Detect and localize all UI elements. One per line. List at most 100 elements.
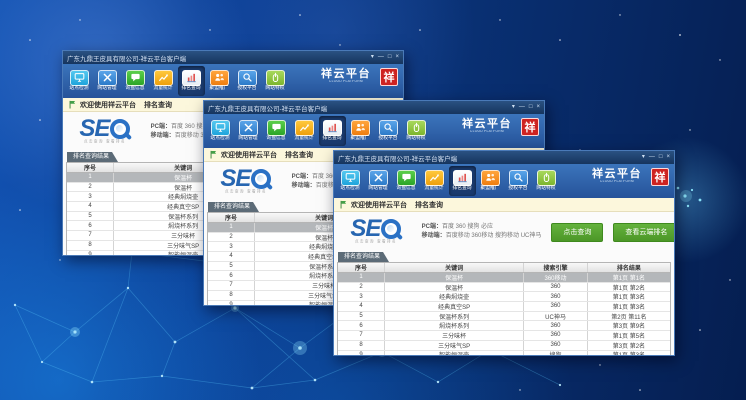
seo-tagline: 点击查询 查看排名 bbox=[84, 140, 126, 144]
minimize-button[interactable]: — bbox=[519, 101, 525, 114]
results-tab[interactable]: 排名查询结果 bbox=[208, 202, 259, 212]
table-row[interactable]: 4 经典真空SP 360 第1页 第3名 bbox=[338, 302, 670, 312]
close-button[interactable]: × bbox=[395, 51, 399, 64]
main-toolbar: 站点检测 网站管理 询盘信息 流量统计 排名查询 聚盟推广 bbox=[204, 114, 544, 148]
seo-logo: SE 点击查询 查看排名 bbox=[71, 118, 139, 147]
toolbar-item-alliance-promo[interactable]: 聚盟推广 bbox=[347, 116, 374, 146]
toolbar-item-site-manage[interactable]: 网站管理 bbox=[94, 66, 121, 96]
toolbar-item-label: 排名查询 bbox=[323, 136, 342, 142]
toolbar-item-inquiry-info[interactable]: 询盘信息 bbox=[263, 116, 290, 146]
rank-query-icon bbox=[323, 120, 342, 136]
action-buttons: 点击查询 查看云端排名 bbox=[541, 223, 675, 242]
seo-logo: SE 点击查询 查看排名 bbox=[212, 168, 280, 197]
skin-button[interactable]: ▾ bbox=[371, 51, 374, 64]
alliance-promo-icon bbox=[210, 70, 229, 86]
toolbar-item-inquiry-info[interactable]: 询盘信息 bbox=[122, 66, 149, 96]
window-title: 广东九鼎王皮具有限公司-祥云平台客户端 bbox=[338, 153, 638, 163]
toolbar-item-label: 网站特权 bbox=[266, 86, 285, 92]
maximize-button[interactable]: □ bbox=[659, 151, 663, 164]
close-button[interactable]: × bbox=[666, 151, 670, 164]
toolbar-item-label: 聚盟推广 bbox=[351, 136, 370, 142]
toolbar-item-auth-platform[interactable]: 授权平台 bbox=[375, 116, 402, 146]
app-window: 广东九鼎王皮具有限公司-祥云平台客户端 ▾ — □× 站点检测 网站管理 询盘信息 bbox=[333, 150, 675, 356]
mobile-engines-label: 移动端： bbox=[292, 183, 316, 189]
toolbar-item-site-privilege[interactable]: 网站特权 bbox=[262, 66, 289, 96]
toolbar-item-label: 站点检测 bbox=[211, 136, 230, 142]
minimize-button[interactable]: — bbox=[649, 151, 655, 164]
title-bar[interactable]: 广东九鼎王皮具有限公司-祥云平台客户端 ▾—□× bbox=[63, 51, 403, 64]
brand-subtitle: CLOUD PLATFORM bbox=[600, 180, 634, 183]
table-row[interactable]: 8 三分味气SP 360 第3页 第2名 bbox=[338, 341, 670, 351]
column-header-keyword: 关键词 bbox=[385, 263, 524, 272]
toolbar-item-alliance-promo[interactable]: 聚盟推广 bbox=[206, 66, 233, 96]
toolbar-item-inquiry-info[interactable]: 询盘信息 bbox=[393, 166, 420, 196]
site-manage-icon bbox=[98, 70, 117, 86]
magnifier-icon bbox=[251, 169, 271, 189]
column-header-result: 排名结果 bbox=[588, 263, 670, 272]
engine-info: PC端：百度 360 搜狗 必应 移动端：百度移动 360移动 搜狗移动 UC神… bbox=[422, 223, 542, 242]
toolbar-item-label: 询盘信息 bbox=[126, 86, 145, 92]
welcome-text: 欢迎使用祥云平台 bbox=[221, 150, 277, 160]
toolbar-item-label: 流量统计 bbox=[425, 186, 444, 192]
toolbar-item-auth-platform[interactable]: 授权平台 bbox=[505, 166, 532, 196]
table-row[interactable]: 5 保温杯系列 UC神马 第2页 第11名 bbox=[338, 312, 670, 322]
skin-button[interactable]: ▾ bbox=[512, 101, 515, 114]
title-bar[interactable]: 广东九鼎王皮具有限公司-祥云平台客户端 ▾ — □× bbox=[204, 101, 544, 114]
toolbar-item-site-manage[interactable]: 网站管理 bbox=[235, 116, 262, 146]
skin-button[interactable]: ▾ bbox=[642, 151, 645, 164]
window-controls: ▾ — □× bbox=[508, 101, 540, 114]
toolbar-item-label: 流量统计 bbox=[154, 86, 173, 92]
toolbar-item-label: 授权平台 bbox=[379, 136, 398, 142]
window-title: 广东九鼎王皮具有限公司-祥云平台客户端 bbox=[208, 103, 508, 113]
table-row[interactable]: 3 经典焖烧壶 360 第1页 第3名 bbox=[338, 292, 670, 302]
table-row[interactable]: 1 保温杯 360移动 第1页 第1名 bbox=[338, 273, 670, 283]
toolbar-item-label: 网站特权 bbox=[407, 136, 426, 142]
welcome-section-text: 排名查询 bbox=[415, 200, 443, 210]
maximize-button[interactable]: □ bbox=[529, 101, 533, 114]
toolbar-item-site-check[interactable]: 站点检测 bbox=[337, 166, 364, 196]
table-row[interactable]: 6 焖烧杯系列 360 第3页 第9名 bbox=[338, 321, 670, 331]
minimize-button[interactable]: — bbox=[378, 51, 384, 64]
flag-icon bbox=[210, 150, 217, 159]
toolbar-item-alliance-promo[interactable]: 聚盟推广 bbox=[477, 166, 504, 196]
toolbar-item-site-manage[interactable]: 网站管理 bbox=[365, 166, 392, 196]
toolbar-item-label: 授权平台 bbox=[509, 186, 528, 192]
maximize-button[interactable]: □ bbox=[388, 51, 392, 64]
table-row[interactable]: 2 保温杯 360 第1页 第2名 bbox=[338, 283, 670, 293]
toolbar-item-traffic-stats[interactable]: 流量统计 bbox=[421, 166, 448, 196]
table-header-row: 序号 关键词 搜索引擎 排名结果 bbox=[338, 263, 670, 273]
site-manage-icon bbox=[239, 120, 258, 136]
toolbar-item-label: 询盘信息 bbox=[397, 186, 416, 192]
toolbar-item-traffic-stats[interactable]: 流量统计 bbox=[291, 116, 318, 146]
toolbar-item-auth-platform[interactable]: 授权平台 bbox=[234, 66, 261, 96]
seo-logo-text: SE bbox=[220, 168, 250, 190]
toolbar-item-rank-query[interactable]: 排名查询 bbox=[319, 116, 346, 146]
window-controls: ▾ — □× bbox=[638, 151, 670, 164]
toolbar-item-site-check[interactable]: 站点检测 bbox=[207, 116, 234, 146]
view-cloud-rank-button[interactable]: 查看云端排名 bbox=[613, 223, 675, 242]
toolbar-item-rank-query[interactable]: 排名查询 bbox=[178, 66, 205, 96]
site-privilege-icon bbox=[537, 170, 556, 186]
brand-name: 祥云平台 bbox=[586, 169, 648, 180]
title-bar[interactable]: 广东九鼎王皮具有限公司-祥云平台客户端 ▾ — □× bbox=[334, 151, 674, 164]
content-area: SE 点击查询 查看排名 PC端：百度 360 搜狗 必应 移动端：百度移动 3… bbox=[334, 212, 674, 356]
results-tab[interactable]: 排名查询结果 bbox=[338, 252, 389, 262]
rank-query-icon bbox=[182, 70, 201, 86]
flag-icon bbox=[340, 200, 347, 209]
toolbar-item-traffic-stats[interactable]: 流量统计 bbox=[150, 66, 177, 96]
toolbar-item-site-check[interactable]: 站点检测 bbox=[66, 66, 93, 96]
table-row[interactable]: 9 智能恒温壶 搜狗 第1页 第3名 bbox=[338, 351, 670, 357]
query-button[interactable]: 点击查询 bbox=[551, 223, 603, 242]
brand-subtitle: CLOUD PLATFORM bbox=[470, 130, 504, 133]
close-button[interactable]: × bbox=[536, 101, 540, 114]
toolbar-item-site-privilege[interactable]: 网站特权 bbox=[403, 116, 430, 146]
results-tab[interactable]: 排名查询结果 bbox=[67, 152, 118, 162]
alliance-promo-icon bbox=[481, 170, 500, 186]
brand-seal-icon: 祥 bbox=[380, 68, 398, 86]
table-row[interactable]: 7 三分味杯 360 第1页 第5名 bbox=[338, 331, 670, 341]
traffic-stats-icon bbox=[425, 170, 444, 186]
toolbar-item-rank-query[interactable]: 排名查询 bbox=[449, 166, 476, 196]
toolbar-item-site-privilege[interactable]: 网站特权 bbox=[533, 166, 560, 196]
magnifier-icon bbox=[381, 219, 401, 239]
rank-query-icon bbox=[453, 170, 472, 186]
